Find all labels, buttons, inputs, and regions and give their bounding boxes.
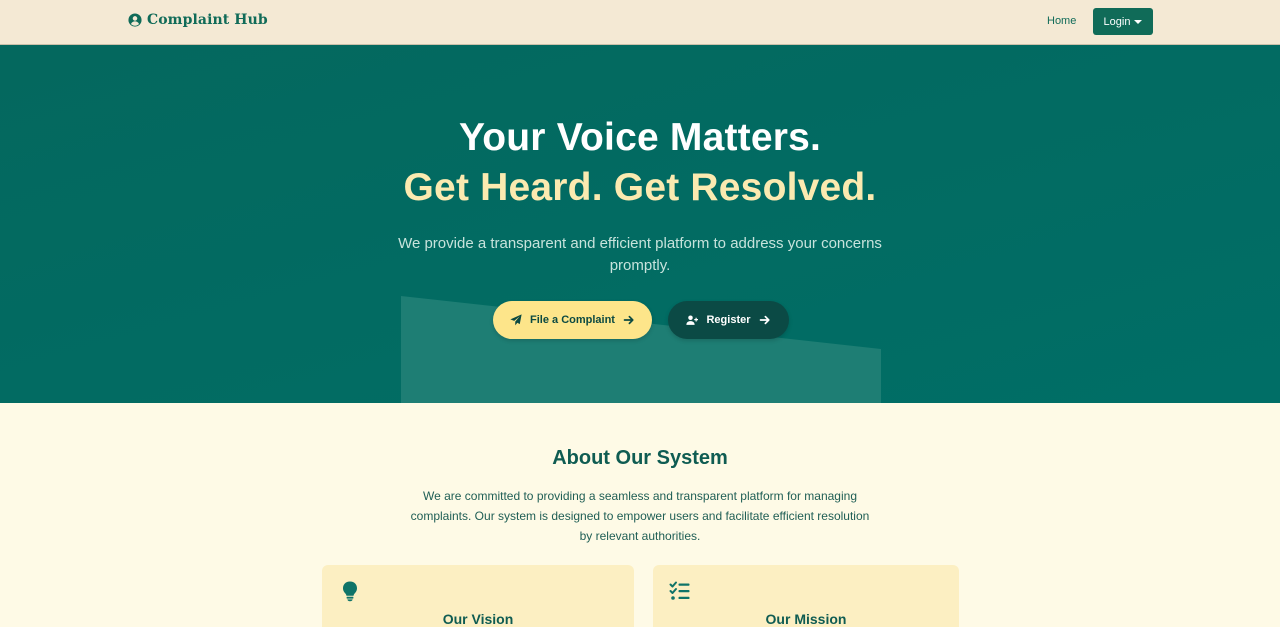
navbar: Complaint Hub Home Login bbox=[0, 0, 1280, 45]
user-circle-icon bbox=[128, 13, 142, 27]
caret-down-icon bbox=[1134, 20, 1143, 24]
hero-title-line2: Get Heard. Get Resolved. bbox=[403, 166, 877, 209]
arrow-right-icon bbox=[759, 315, 770, 325]
hero-decorative-shape bbox=[0, 45, 1280, 403]
mission-card-title: Our Mission bbox=[765, 611, 847, 627]
lightbulb-icon bbox=[343, 581, 357, 602]
paper-plane-icon bbox=[510, 314, 522, 326]
arrow-right-icon bbox=[623, 315, 634, 325]
hero-title-line1: Your Voice Matters. bbox=[458, 116, 822, 159]
vision-card: Our Vision bbox=[322, 565, 634, 627]
login-label: Login bbox=[1103, 15, 1131, 28]
register-label: Register bbox=[706, 314, 751, 326]
hero-subtitle: We provide a transparent and efficient p… bbox=[398, 235, 882, 274]
file-complaint-label: File a Complaint bbox=[530, 314, 615, 326]
user-plus-icon bbox=[686, 315, 699, 325]
register-button[interactable]: Register bbox=[668, 301, 789, 339]
checklist-icon bbox=[669, 581, 690, 600]
brand-name: Complaint Hub bbox=[147, 12, 268, 28]
about-description: We are committed to providing a seamless… bbox=[410, 489, 870, 543]
mission-card: Our Mission bbox=[653, 565, 959, 627]
hero-section: Your Voice Matters. Get Heard. Get Resol… bbox=[0, 45, 1280, 403]
brand-link[interactable]: Complaint Hub bbox=[128, 12, 268, 28]
file-complaint-button[interactable]: File a Complaint bbox=[493, 301, 652, 339]
login-dropdown-button[interactable]: Login bbox=[1093, 8, 1153, 35]
about-title: About Our System bbox=[552, 447, 728, 469]
vision-card-title: Our Vision bbox=[442, 611, 514, 627]
nav-home-link[interactable]: Home bbox=[1047, 15, 1076, 27]
